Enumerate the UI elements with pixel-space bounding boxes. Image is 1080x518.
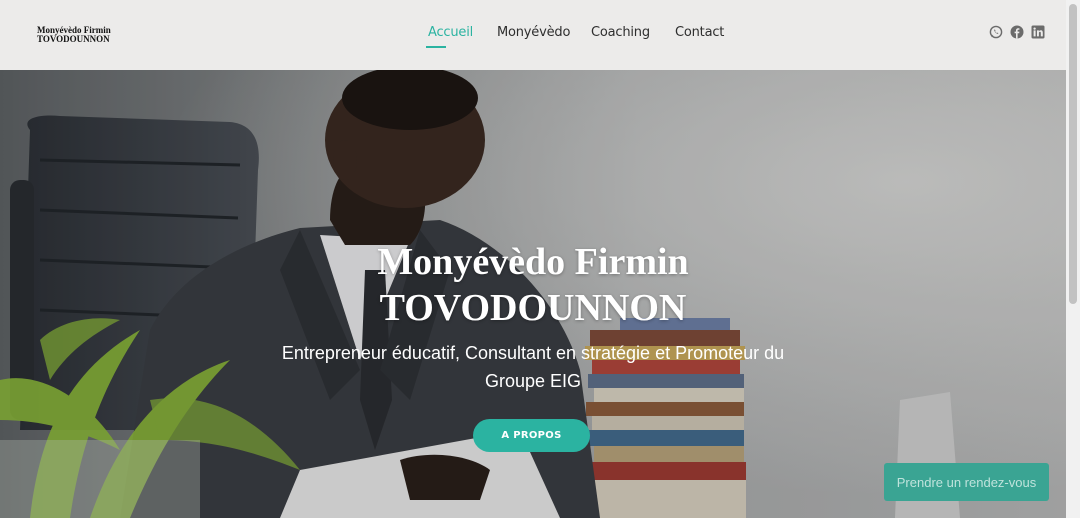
page-scrollbar[interactable] xyxy=(1066,0,1080,518)
nav-coaching[interactable]: Coaching xyxy=(591,25,650,40)
nav-contact[interactable]: Contact xyxy=(675,25,724,40)
hero-section: Monyévèdo Firmin TOVODOUNNON Entrepreneu… xyxy=(0,70,1066,518)
hero-content: Monyévèdo Firmin TOVODOUNNON Entrepreneu… xyxy=(0,70,1066,518)
logo-line-2: TOVODOUNNON xyxy=(37,34,110,44)
facebook-icon[interactable] xyxy=(1010,25,1024,39)
about-button[interactable]: A PROPOS xyxy=(473,419,590,452)
site-header: Monyévèdo Firmin TOVODOUNNON Accueil Mon… xyxy=(0,0,1066,70)
nav-accueil[interactable]: Accueil xyxy=(428,25,473,40)
hero-title-line-1: Monyévèdo Firmin xyxy=(377,241,689,283)
active-nav-indicator xyxy=(426,46,446,48)
appointment-button[interactable]: Prendre un rendez-vous xyxy=(884,463,1049,501)
hero-subtitle-line-2: Groupe EIG xyxy=(484,371,582,391)
hero-title-line-2: TOVODOUNNON xyxy=(379,287,687,329)
hero-subtitle-line-1: Entrepreneur éducatif, Consultant en str… xyxy=(281,343,785,363)
scrollbar-thumb[interactable] xyxy=(1069,4,1077,304)
whatsapp-icon[interactable] xyxy=(989,25,1003,39)
site-logo[interactable]: Monyévèdo Firmin TOVODOUNNON xyxy=(37,26,111,44)
linkedin-icon[interactable] xyxy=(1031,25,1045,39)
nav-monyevedo[interactable]: Monyévèdo xyxy=(497,25,570,40)
